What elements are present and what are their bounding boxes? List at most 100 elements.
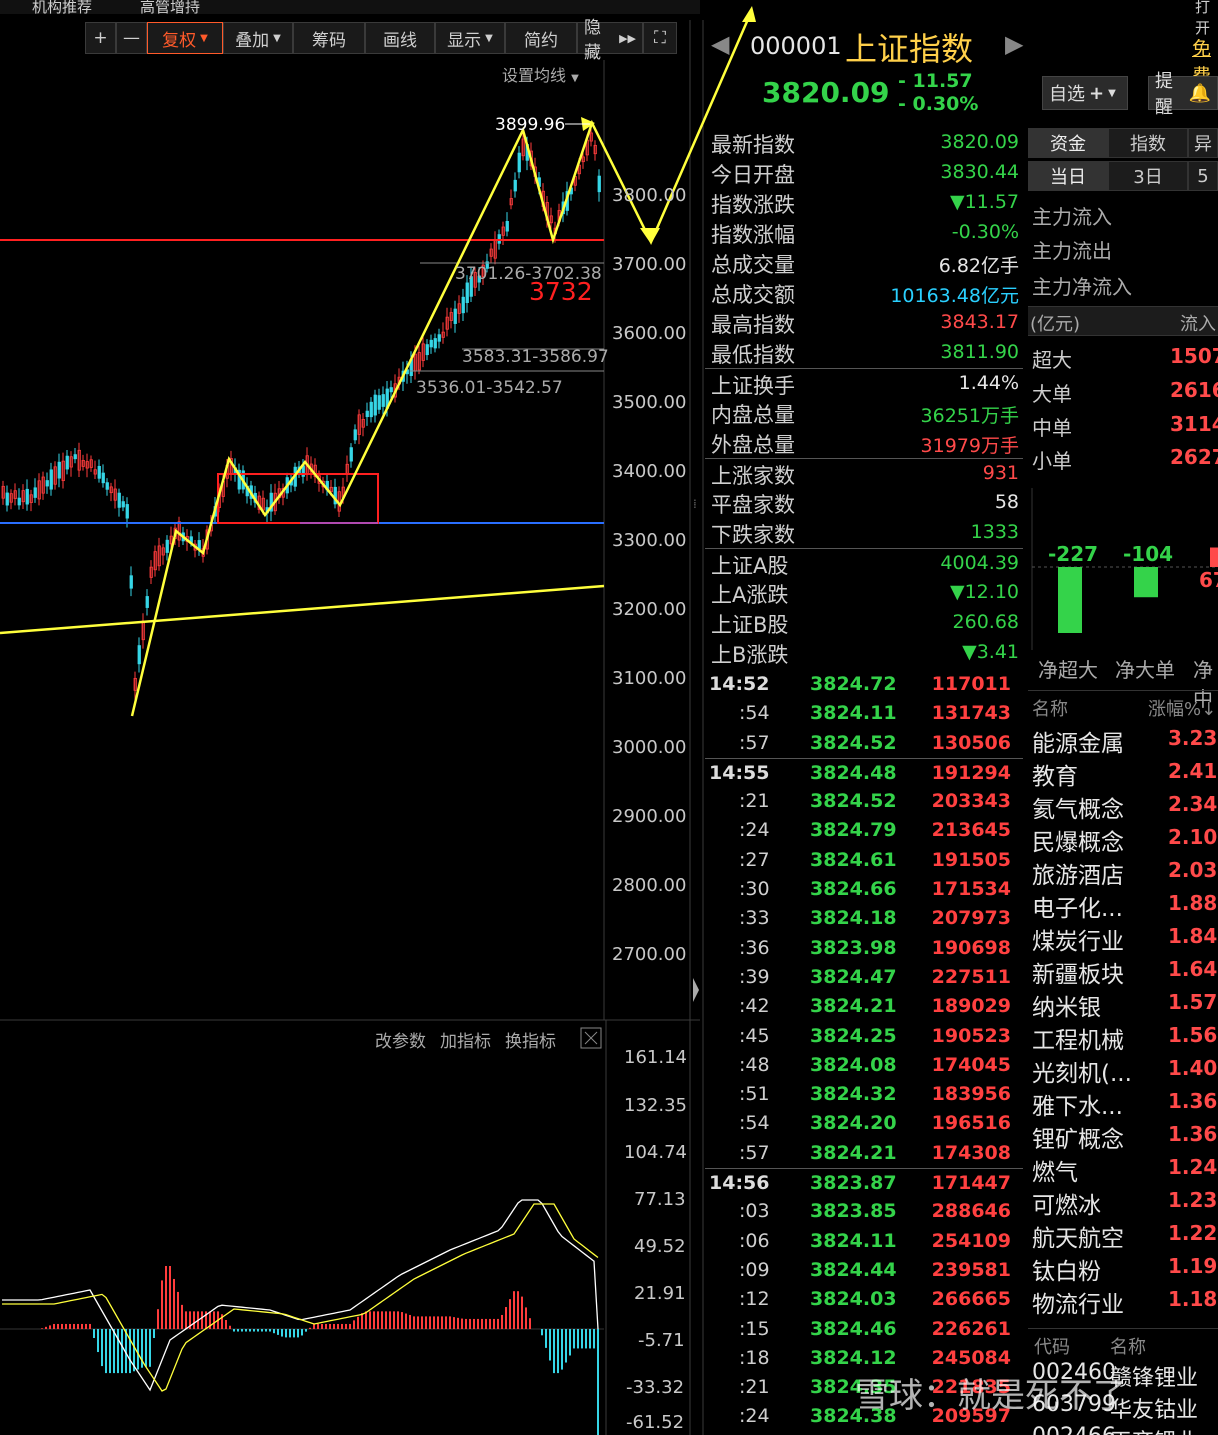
tab-5day[interactable]: 5 <box>1188 161 1218 191</box>
candle-body <box>377 395 381 410</box>
unit-label: (亿元) <box>1030 314 1081 335</box>
tick-volume: 174308 <box>931 1141 1011 1164</box>
stat-row: 指数涨幅 -0.30% <box>705 218 1023 248</box>
sector-row[interactable]: 物流行业 1.18 <box>1028 1283 1218 1318</box>
tick-time: :51 <box>739 1083 770 1106</box>
stat-key: 上证B股 <box>711 613 789 637</box>
stat-row: 最新指数 3820.09 <box>705 128 1023 158</box>
tick-row: :06 3824.11 254109 <box>705 1227 1023 1256</box>
sector-pct-col[interactable]: 涨幅%↓ <box>1148 695 1216 721</box>
stat-row: 下跌家数 1333 <box>705 518 1023 548</box>
tick-price: 3824.52 <box>810 731 897 754</box>
sector-row[interactable]: 航天航空 1.22 <box>1028 1217 1218 1252</box>
tick-time: :54 <box>739 702 770 725</box>
sector-name: 可燃冰 <box>1032 1193 1101 1219</box>
tick-row: 14:52 3824.72 117011 <box>705 670 1023 699</box>
candle-body <box>137 645 141 665</box>
candle-body <box>513 179 517 192</box>
sector-name-col: 名称 <box>1032 699 1068 720</box>
watchlist-button[interactable]: 自选 + ▼ <box>1042 76 1128 110</box>
sector-row[interactable]: 旅游酒店 2.03 <box>1028 854 1218 889</box>
sector-row[interactable]: 电子化... 1.88 <box>1028 887 1218 922</box>
edit-params-link[interactable]: 改参数 <box>375 1027 426 1052</box>
sector-row[interactable]: 燃气 1.24 <box>1028 1151 1218 1186</box>
size-row: 大单2616 <box>1032 378 1218 406</box>
stat-key: 上证换手 <box>711 374 795 398</box>
sector-row[interactable]: 纳米银 1.57 <box>1028 986 1218 1021</box>
y-tick: 3300.00 <box>612 530 687 551</box>
tick-row: :15 3824.46 226261 <box>705 1315 1023 1344</box>
candle-body <box>105 482 109 490</box>
sector-row[interactable]: 新疆板块 1.64 <box>1028 953 1218 988</box>
tick-row: :54 3824.20 196516 <box>705 1109 1023 1138</box>
tab-other[interactable]: 异 <box>1188 128 1218 158</box>
tick-volume: 130506 <box>931 731 1011 754</box>
tick-time: :57 <box>739 1141 770 1164</box>
tick-time: :15 <box>739 1317 770 1340</box>
tick-volume: 174045 <box>931 1053 1011 1076</box>
index-name: 上证指数 <box>845 30 974 68</box>
sector-row[interactable]: 光刻机(... 1.40 <box>1028 1052 1218 1087</box>
tick-list: 14:52 3824.72 117011:54 3824.11 131743:57 382… <box>705 670 1023 1432</box>
sector-row[interactable]: 锂矿概念 1.36 <box>1028 1118 1218 1153</box>
sector-name: 能源金属 <box>1032 731 1124 757</box>
tab-fund[interactable]: 资金 <box>1028 128 1108 158</box>
stat-value: 58 <box>994 491 1019 513</box>
sector-name: 光刻机(... <box>1032 1061 1132 1087</box>
stat-row: 上证A股 4004.39 <box>705 548 1023 578</box>
stat-value: 10163.48亿元 <box>890 285 1019 307</box>
splitter-grip[interactable]: ⁞ <box>693 497 697 511</box>
tick-row: :57 3824.52 130506 <box>705 729 1023 758</box>
sector-row[interactable]: 能源金属 3.23 <box>1028 722 1218 757</box>
tick-price: 3824.25 <box>810 1024 897 1047</box>
tick-volume: 288646 <box>931 1200 1011 1223</box>
tick-time: :54 <box>739 1112 770 1135</box>
tick-price: 3824.11 <box>810 1229 897 1252</box>
sector-row[interactable]: 煤炭行业 1.84 <box>1028 920 1218 955</box>
tab-3day[interactable]: 3日 <box>1108 161 1188 191</box>
tick-time: :30 <box>739 878 770 901</box>
sector-name: 旅游酒店 <box>1032 863 1124 889</box>
tick-volume: 190523 <box>931 1024 1011 1047</box>
tick-price: 3824.47 <box>810 965 897 988</box>
sector-name: 燃气 <box>1032 1160 1078 1186</box>
sector-row[interactable]: 教育 2.41 <box>1028 755 1218 790</box>
tick-volume: 227511 <box>931 965 1011 988</box>
main-inflow-label: 主力流入 <box>1032 205 1112 229</box>
sector-change: 1.84 <box>1168 924 1218 948</box>
candle-body <box>129 575 133 589</box>
stat-value: 3830.44 <box>940 161 1019 183</box>
add-indicator-link[interactable]: 加指标 <box>440 1027 491 1052</box>
sector-row[interactable]: 可燃冰 1.23 <box>1028 1184 1218 1219</box>
tick-row: :36 3823.98 190698 <box>705 934 1023 963</box>
sector-name: 民爆概念 <box>1032 830 1124 856</box>
stat-row: 上A涨跌 ▼12.10 <box>705 578 1023 608</box>
tick-row: 14:56 3823.87 171447 <box>705 1168 1023 1197</box>
sector-row[interactable]: 民爆概念 2.10 <box>1028 821 1218 856</box>
ind-tick: -33.32 <box>626 1377 685 1398</box>
y-tick: 2900.00 <box>612 806 687 827</box>
y-tick: 3200.00 <box>612 599 687 620</box>
candle-body <box>381 394 385 407</box>
stat-key: 最新指数 <box>711 133 795 157</box>
stat-value: -0.30% <box>951 221 1019 243</box>
next-arrow-icon[interactable]: ▶ <box>1005 30 1023 58</box>
tab-today[interactable]: 当日 <box>1028 161 1108 191</box>
sector-row[interactable]: 钛白粉 1.19 <box>1028 1250 1218 1285</box>
stock-row[interactable]: 002466天齐锂业 <box>1028 1422 1218 1435</box>
sector-row[interactable]: 工程机械 1.56 <box>1028 1019 1218 1054</box>
tick-row: :12 3824.03 266665 <box>705 1285 1023 1314</box>
tick-price: 3824.52 <box>810 790 897 813</box>
prev-arrow-icon[interactable]: ◀ <box>711 30 729 58</box>
sector-row[interactable]: 雅下水... 1.36 <box>1028 1085 1218 1120</box>
alert-button[interactable]: 提醒 🔔 <box>1148 71 1218 118</box>
expand-arrow-icon[interactable] <box>693 978 699 1002</box>
candlestick-series <box>1 128 601 701</box>
tab-index[interactable]: 指数 <box>1108 128 1188 158</box>
change-indicator-link[interactable]: 换指标 <box>505 1027 556 1052</box>
sector-change: 2.41 <box>1168 759 1218 783</box>
sector-row[interactable]: 氦气概念 2.34 <box>1028 788 1218 823</box>
tick-time: :21 <box>739 1376 770 1399</box>
main-net-label: 主力净流入 <box>1032 275 1132 299</box>
candle-body <box>101 472 105 484</box>
